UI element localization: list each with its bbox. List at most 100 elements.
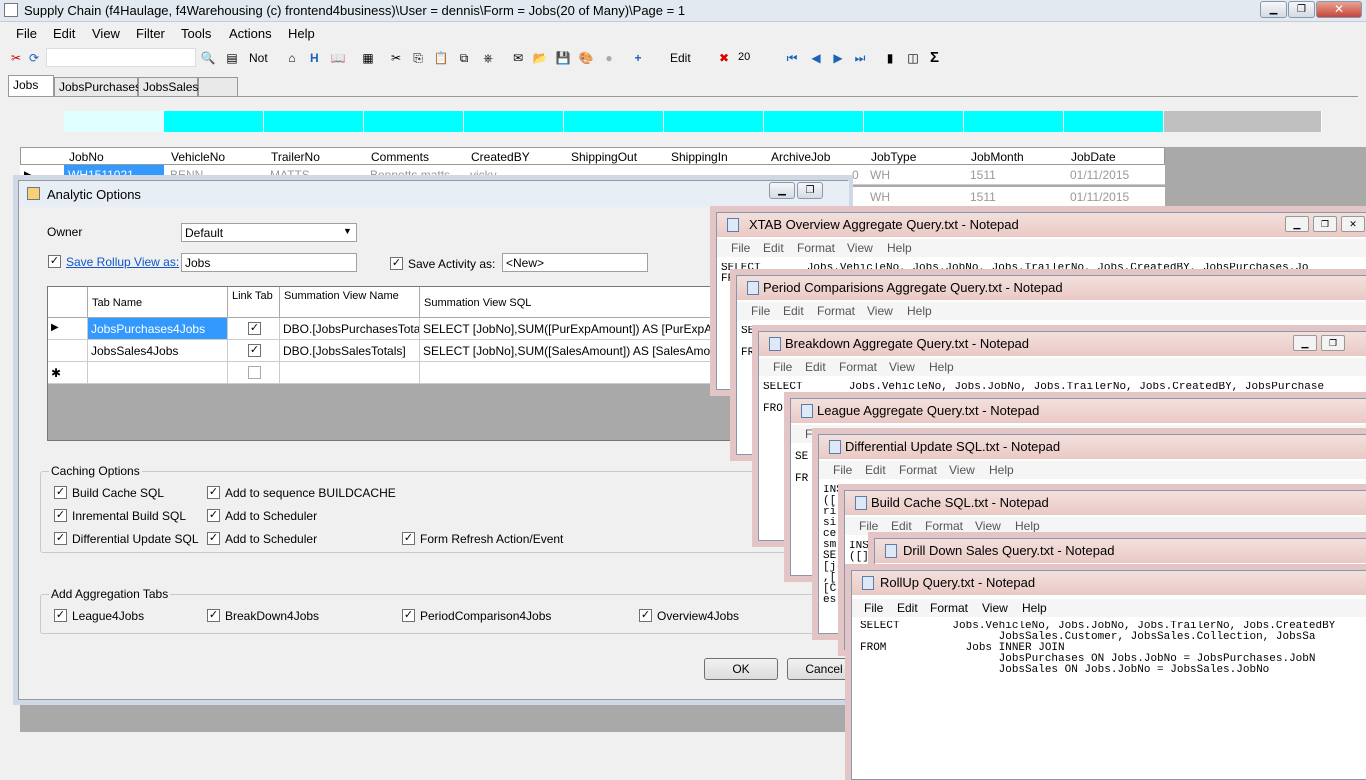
sum-icon[interactable]: Σ: [930, 49, 939, 66]
menu-edit[interactable]: Edit: [53, 26, 75, 41]
dialog-maximize-button[interactable]: ❐: [797, 182, 823, 199]
close-button[interactable]: ✕: [1316, 1, 1362, 18]
np-menu-help[interactable]: Help: [989, 463, 1014, 477]
np-menu-format[interactable]: Format: [839, 360, 877, 374]
search-icon[interactable]: 🔍: [200, 50, 216, 66]
np-menu-view[interactable]: View: [847, 241, 873, 255]
save-rollup-link[interactable]: Save Rollup View as:: [66, 255, 179, 269]
np-menu-edit[interactable]: Edit: [783, 304, 804, 318]
np-menu-file[interactable]: File: [859, 519, 878, 533]
filter-cell[interactable]: [964, 111, 1064, 132]
menu-filter[interactable]: Filter: [136, 26, 165, 41]
cell-view-sql[interactable]: [420, 362, 746, 384]
tab-jobssales[interactable]: JobsSales: [138, 77, 198, 96]
home-icon[interactable]: ⌂: [284, 50, 300, 66]
col-archivejob[interactable]: ArchiveJob: [771, 150, 830, 164]
np-menu-edit[interactable]: Edit: [763, 241, 784, 255]
col-jobmonth[interactable]: JobMonth: [971, 150, 1024, 164]
league-checkbox[interactable]: ✓: [54, 609, 67, 622]
cell-jobdate[interactable]: 01/11/2015: [1070, 190, 1129, 204]
np-menu-edit[interactable]: Edit: [891, 519, 912, 533]
ok-button[interactable]: OK: [704, 658, 778, 680]
col-jobdate[interactable]: JobDate: [1071, 150, 1116, 164]
col-jobtype[interactable]: JobType: [871, 150, 916, 164]
filter-cell[interactable]: [264, 111, 364, 132]
cell-jobmonth[interactable]: 1511: [970, 168, 996, 182]
cell-jobtype[interactable]: WH: [870, 168, 890, 182]
filter-cell[interactable]: [164, 111, 264, 132]
np-menu-view[interactable]: View: [949, 463, 975, 477]
np-menu-view[interactable]: View: [867, 304, 893, 318]
link-tab-checkbox[interactable]: ✓: [248, 322, 261, 335]
calendar-icon[interactable]: ▦: [360, 50, 376, 66]
save-activity-checkbox[interactable]: ✓: [390, 257, 403, 270]
np-menu-help[interactable]: Help: [887, 241, 912, 255]
circle-icon[interactable]: ●: [601, 50, 617, 66]
cell-tab-name[interactable]: [88, 362, 228, 384]
cancel-icon[interactable]: ✖: [716, 50, 732, 66]
tab-jobspurchases[interactable]: JobsPurchases: [54, 77, 141, 96]
filter-icon[interactable]: ✂: [8, 50, 24, 66]
notepad-close-button[interactable]: ✕: [1341, 216, 1365, 232]
notepad-maximize-button[interactable]: ❐: [1313, 216, 1337, 232]
col-vehicleno[interactable]: VehicleNo: [171, 150, 225, 164]
chart-icon[interactable]: ▮: [882, 50, 898, 66]
form-refresh-checkbox[interactable]: ✓: [402, 532, 415, 545]
menu-actions[interactable]: Actions: [229, 26, 272, 41]
np-menu-edit[interactable]: Edit: [897, 601, 918, 615]
filter-cell[interactable]: [864, 111, 964, 132]
np-menu-format[interactable]: Format: [899, 463, 937, 477]
paste-icon[interactable]: 📋: [433, 50, 449, 66]
col-createdby[interactable]: CreatedBY: [471, 150, 530, 164]
not-toggle[interactable]: Not: [249, 51, 268, 65]
np-menu-help[interactable]: Help: [929, 360, 954, 374]
col-jobno[interactable]: JobNo: [69, 150, 104, 164]
owner-select[interactable]: Default: [181, 223, 357, 242]
notepad-text[interactable]: SELECT Jobs.VehicleNo, Jobs.JobNo, Jobs.…: [860, 621, 1366, 779]
np-menu-help[interactable]: Help: [907, 304, 932, 318]
np-menu-format[interactable]: Format: [797, 241, 835, 255]
open-folder-icon[interactable]: 📂: [532, 50, 548, 66]
menu-tools[interactable]: Tools: [181, 26, 211, 41]
filter-cell[interactable]: [564, 111, 664, 132]
search-input[interactable]: [46, 48, 196, 67]
cancel-button[interactable]: Cancel: [787, 658, 861, 680]
col-summation-view-sql[interactable]: Summation View SQL: [420, 287, 746, 318]
refresh-icon[interactable]: ⟳: [26, 50, 42, 66]
tab-jobs[interactable]: Jobs: [8, 75, 54, 96]
differential-update-checkbox[interactable]: ✓: [54, 532, 67, 545]
col-shippingout[interactable]: ShippingOut: [571, 150, 637, 164]
page-size-value[interactable]: 20: [738, 51, 750, 63]
notepad-minimize-button[interactable]: ▁: [1285, 216, 1309, 232]
col-trailerno[interactable]: TrailerNo: [271, 150, 320, 164]
h-button[interactable]: H: [310, 51, 319, 65]
cell-view-name[interactable]: DBO.[JobsPurchasesTota...: [280, 318, 420, 340]
np-menu-format[interactable]: Format: [817, 304, 855, 318]
first-page-icon[interactable]: ⏮: [784, 50, 800, 66]
last-page-icon[interactable]: ⏭: [852, 50, 868, 66]
col-comments[interactable]: Comments: [371, 150, 429, 164]
cell-view-sql[interactable]: SELECT [JobNo],SUM([PurExpAmount]) AS [P…: [420, 318, 746, 340]
stamp-icon[interactable]: ⎈: [480, 50, 496, 66]
add-icon[interactable]: +: [630, 50, 646, 66]
cell-jobtype[interactable]: WH: [870, 190, 890, 204]
chevron-down-icon[interactable]: ▼: [343, 226, 352, 236]
filter-cell[interactable]: [764, 111, 864, 132]
menu-file[interactable]: File: [16, 26, 37, 41]
np-menu-file[interactable]: File: [833, 463, 852, 477]
breakdown-checkbox[interactable]: ✓: [207, 609, 220, 622]
cell-tab-name[interactable]: JobsSales4Jobs: [88, 340, 228, 362]
menu-view[interactable]: View: [92, 26, 120, 41]
cut-icon[interactable]: ✂: [388, 50, 404, 66]
overview-checkbox[interactable]: ✓: [639, 609, 652, 622]
period-comparison-checkbox[interactable]: ✓: [402, 609, 415, 622]
np-menu-file[interactable]: File: [864, 601, 883, 615]
col-tab-name[interactable]: Tab Name: [88, 287, 228, 318]
filter-cell[interactable]: [664, 111, 764, 132]
add-scheduler-2-checkbox[interactable]: ✓: [207, 532, 220, 545]
preview-icon[interactable]: ◫: [905, 50, 921, 66]
filter-cell[interactable]: [1064, 111, 1164, 132]
cell-archivejob[interactable]: 0: [852, 168, 859, 182]
np-menu-edit[interactable]: Edit: [805, 360, 826, 374]
link-tab-checkbox[interactable]: ✓: [248, 344, 261, 357]
